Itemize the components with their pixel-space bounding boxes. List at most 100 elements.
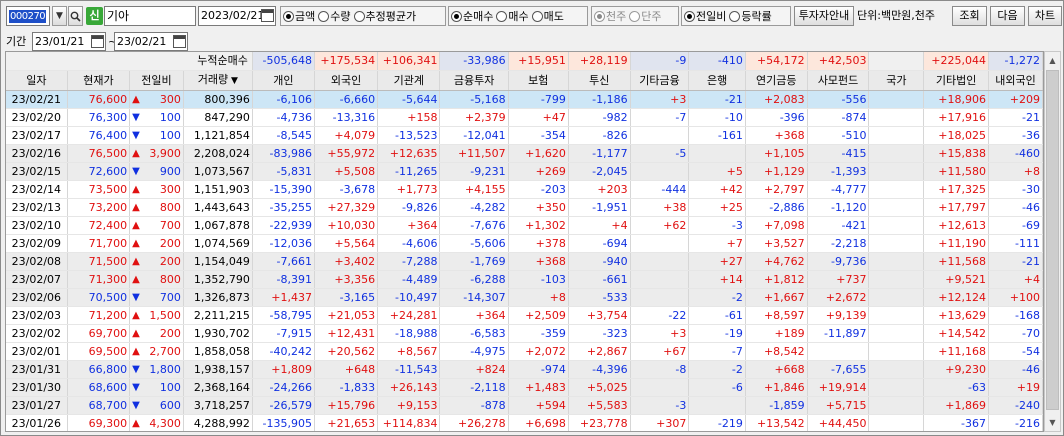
radio-option[interactable]: 전일비 (684, 8, 726, 24)
table-row[interactable]: 23/02/09 71,700 ▲ 200 1,074,569 -12,036 +5,564… (6, 234, 1043, 253)
net-buy-cell: +4 (988, 270, 1043, 289)
change-cell: ▼ 100 (129, 126, 184, 145)
investor-table-container[interactable]: 누적순매수 -505,648 +175,534 +106,341 -33,986 +15,… (5, 51, 1044, 432)
chevron-down-icon[interactable]: ▼ (228, 76, 238, 86)
radio-button[interactable] (283, 10, 294, 22)
net-buy-cell: +13,542 (745, 414, 808, 431)
net-buy-cell: -54 (988, 342, 1043, 361)
table-row[interactable]: 23/02/10 72,400 ▲ 700 1,067,878 -22,939 +10,03… (6, 216, 1043, 235)
radio-option[interactable]: 단주 (629, 8, 662, 24)
table-row[interactable]: 23/02/06 70,500 ▼ 700 1,326,873 +1,437 -3,165-… (6, 288, 1043, 307)
column-header[interactable]: 금융투자 (439, 70, 509, 91)
radio-button[interactable] (496, 10, 508, 22)
arrow-up-icon: ▲ (132, 309, 140, 321)
table-row[interactable]: 23/02/15 72,600 ▼ 900 1,073,567 -5,831 +5,508-… (6, 162, 1043, 181)
column-header[interactable]: 연기금등 (745, 70, 808, 91)
calendar-icon[interactable] (261, 9, 274, 22)
radio-option[interactable]: 추정평균가 (353, 8, 416, 24)
column-header[interactable]: 기타법인 (923, 70, 989, 91)
summary-cell: +106,341 (377, 52, 441, 71)
table-row[interactable]: 23/02/21 76,600 ▲ 300 800,396 -6,106 -6,660 -5,… (6, 90, 1043, 109)
radio-button[interactable] (629, 10, 641, 22)
date-input[interactable]: 2023/02/21 (198, 6, 276, 26)
table-row[interactable]: 23/02/08 71,500 ▲ 200 1,154,049 -7,661 +3,402-… (6, 252, 1043, 271)
column-header[interactable]: 사모펀드 (807, 70, 870, 91)
radio-option[interactable]: 순매수 (451, 8, 493, 24)
table-row[interactable]: 23/01/30 68,600 ▼ 100 2,368,164 -24,266 -1,833… (6, 378, 1043, 397)
radio-button[interactable] (531, 10, 543, 22)
net-buy-cell: -168 (988, 306, 1043, 325)
column-header[interactable]: 기관계 (377, 70, 441, 91)
query-button[interactable]: 조회 (952, 6, 987, 26)
scroll-down-icon[interactable]: ▼ (1045, 414, 1060, 431)
price-cell: 71,200 (67, 306, 131, 325)
investor-info-button[interactable]: 투자자안내 (794, 6, 854, 26)
date-cell: 23/02/13 (6, 198, 68, 217)
period-from-input[interactable]: 23/01/21 (32, 32, 106, 51)
radio-button[interactable] (451, 10, 462, 22)
summary-cell (868, 52, 925, 71)
net-buy-cell: -13,523 (377, 126, 441, 145)
net-buy-cell: +1,809 (252, 360, 315, 379)
net-buy-cell: -4,777 (807, 180, 870, 199)
stock-name-field[interactable]: 기아 (104, 6, 196, 26)
radio-button[interactable] (594, 10, 605, 22)
radio-option[interactable]: 금액 (283, 8, 315, 24)
price-cell: 71,300 (67, 270, 131, 289)
net-buy-cell: +17,797 (923, 198, 989, 217)
net-buy-cell: -10,497 (377, 288, 441, 307)
net-buy-cell: +1,812 (745, 270, 808, 289)
table-row[interactable]: 23/02/03 71,200 ▲ 1,500 2,211,215 -58,795 +21,… (6, 306, 1043, 325)
table-row[interactable]: 23/02/13 73,200 ▲ 800 1,443,643 -35,255 +27,32… (6, 198, 1043, 217)
calendar-icon[interactable] (173, 35, 186, 48)
table-row[interactable]: 23/01/26 69,300 ▲ 4,300 4,288,992 -135,905 +21… (6, 414, 1043, 431)
column-header[interactable]: 거래량 ▼ (183, 70, 253, 91)
table-row[interactable]: 23/01/27 68,700 ▼ 600 3,718,257 -26,579 +15,79… (6, 396, 1043, 415)
net-buy-cell (868, 360, 925, 379)
chevron-down-icon[interactable]: ▼ (52, 6, 67, 26)
column-header[interactable]: 외국인 (314, 70, 379, 91)
radio-option[interactable]: 매수 (496, 8, 529, 24)
table-row[interactable]: 23/02/20 76,300 ▼ 100 847,290 -4,736 -13,316 +1… (6, 108, 1043, 127)
radio-button[interactable] (353, 10, 365, 22)
column-header[interactable]: 국가 (868, 70, 925, 91)
net-buy-cell: -83,986 (252, 144, 315, 163)
column-header[interactable]: 현재가 (67, 70, 131, 91)
net-buy-cell: +7 (688, 234, 746, 253)
table-row[interactable]: 23/02/02 69,700 ▲ 200 1,930,702 -7,915 +12,431… (6, 324, 1043, 343)
table-row[interactable]: 23/02/07 71,300 ▲ 800 1,352,790 -8,391 +3,356-… (6, 270, 1043, 289)
table-row[interactable]: 23/02/16 76,500 ▲ 3,900 2,208,024 -83,986 +55,… (6, 144, 1043, 163)
stock-code-input[interactable]: 000270 (6, 6, 50, 26)
column-header[interactable]: 일자 (6, 70, 68, 91)
radio-button[interactable] (684, 10, 695, 22)
column-header-label: 사모펀드 (817, 73, 859, 87)
column-header[interactable]: 은행 (688, 70, 746, 91)
radio-button[interactable] (729, 10, 741, 22)
table-row[interactable]: 23/02/14 73,500 ▲ 300 1,151,903 -15,390 -3,678… (6, 180, 1043, 199)
radio-button[interactable] (318, 10, 330, 22)
table-row[interactable]: 23/02/01 69,500 ▲ 2,700 1,858,058 -40,242 +20,… (6, 342, 1043, 361)
column-header[interactable]: 투신 (568, 70, 631, 91)
vertical-scrollbar[interactable]: ▲ ▼ (1044, 51, 1061, 432)
scroll-thumb[interactable] (1046, 70, 1059, 410)
column-header[interactable]: 기타금융 (630, 70, 690, 91)
next-button[interactable]: 다음 (990, 6, 1025, 26)
chart-button[interactable]: 차트 (1028, 6, 1062, 26)
arrow-up-icon: ▲ (132, 219, 140, 231)
column-header[interactable]: 개인 (252, 70, 315, 91)
table-row[interactable]: 23/02/17 76,400 ▼ 100 1,121,854 -8,545 +4,079-… (6, 126, 1043, 145)
column-header[interactable]: 보험 (508, 70, 569, 91)
radio-option[interactable]: 등락률 (729, 8, 772, 24)
period-to-input[interactable]: 23/02/21 (114, 32, 188, 51)
net-buy-cell (868, 396, 925, 415)
net-buy-cell: +8,542 (745, 342, 808, 361)
calendar-icon[interactable] (91, 35, 104, 48)
column-header[interactable]: 내외국인 (988, 70, 1043, 91)
search-icon[interactable] (68, 6, 83, 26)
scroll-up-icon[interactable]: ▲ (1045, 52, 1060, 69)
column-header[interactable]: 전일비 (129, 70, 184, 91)
radio-option[interactable]: 매도 (531, 8, 564, 24)
radio-option[interactable]: 천주 (594, 8, 626, 24)
table-row[interactable]: 23/01/31 66,800 ▼ 1,800 1,938,157 +1,809 +648-… (6, 360, 1043, 379)
radio-option[interactable]: 수량 (318, 8, 351, 24)
